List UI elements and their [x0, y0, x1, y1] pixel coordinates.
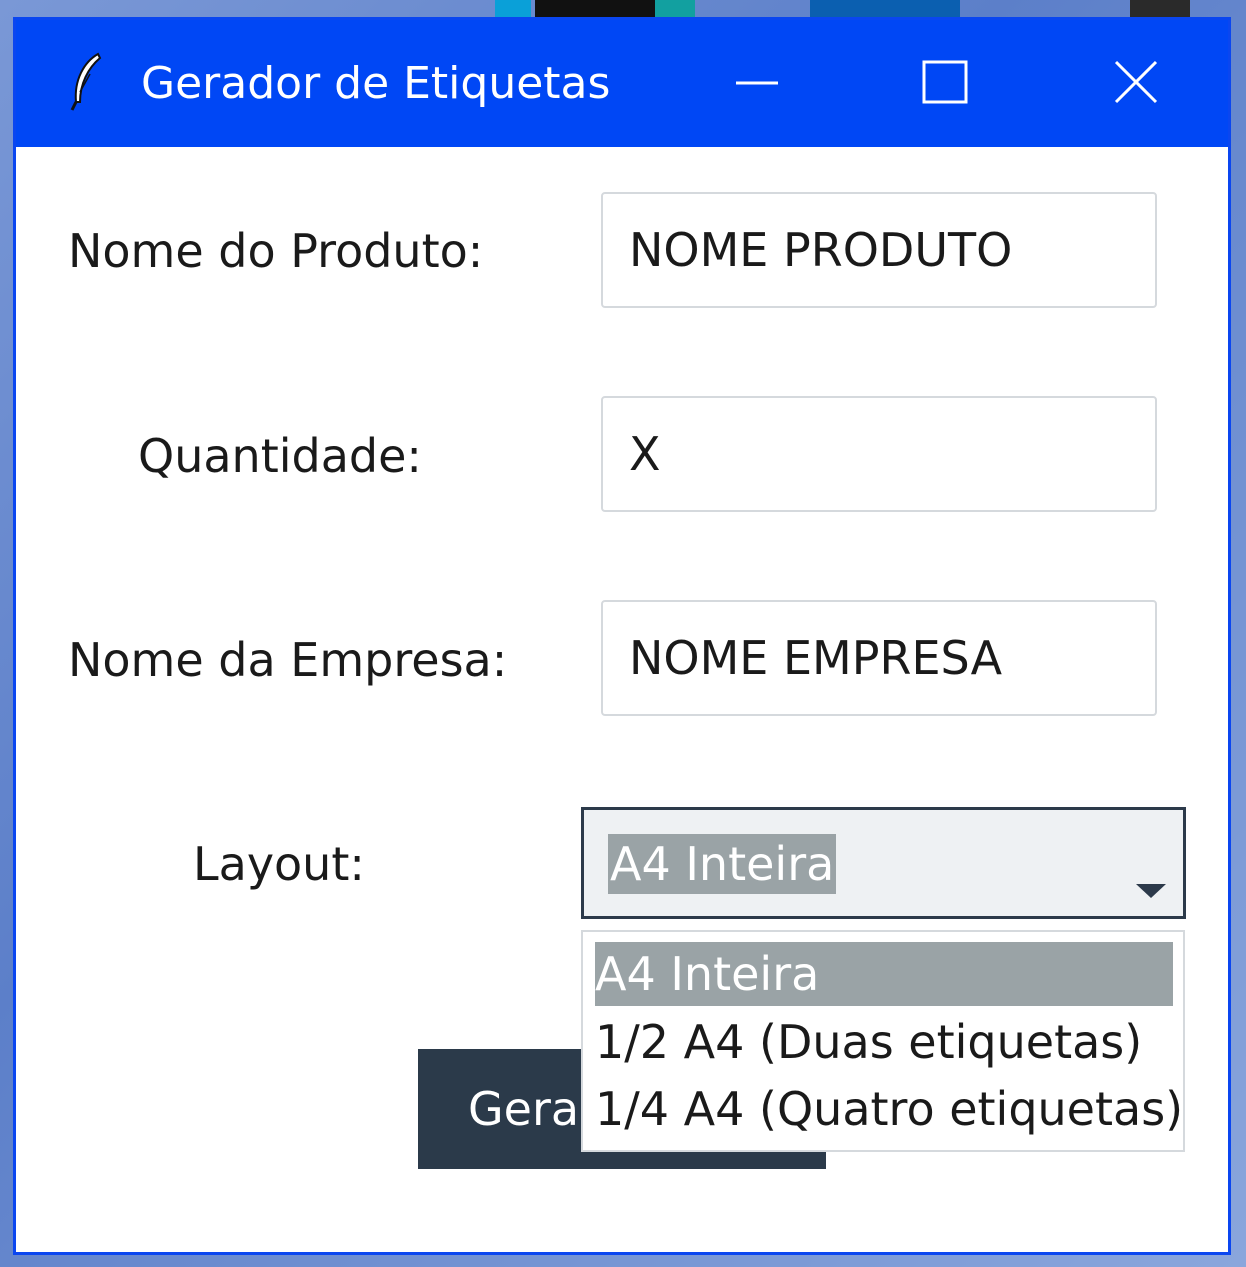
layout-label: Layout:: [193, 837, 365, 891]
minimize-button[interactable]: [696, 20, 816, 147]
layout-selected-value: A4 Inteira: [608, 834, 837, 894]
product-name-label: Nome do Produto:: [68, 224, 484, 278]
layout-combobox[interactable]: A4 Inteira: [581, 807, 1186, 919]
company-name-label: Nome da Empresa:: [68, 633, 508, 687]
feather-icon: [70, 52, 102, 111]
quantity-label: Quantidade:: [138, 429, 422, 483]
layout-option[interactable]: 1/4 A4 (Quatro etiquetas): [595, 1077, 1183, 1141]
minimize-icon: [736, 81, 778, 85]
close-button[interactable]: [1076, 20, 1196, 147]
layout-option[interactable]: 1/2 A4 (Duas etiquetas): [595, 1010, 1173, 1074]
layout-option[interactable]: A4 Inteira: [595, 942, 1173, 1006]
app-window: Gerador de Etiquetas Nome do Produto: Qu…: [13, 17, 1231, 1255]
maximize-icon: [922, 60, 968, 104]
maximize-button[interactable]: [884, 20, 1004, 147]
close-icon: [1114, 60, 1158, 104]
quantity-input[interactable]: [601, 396, 1157, 512]
product-name-input[interactable]: [601, 192, 1157, 308]
generate-button-label: Gerar: [468, 1082, 598, 1136]
title-bar[interactable]: Gerador de Etiquetas: [16, 20, 1228, 147]
company-name-input[interactable]: [601, 600, 1157, 716]
chevron-down-icon: [1136, 884, 1166, 898]
layout-dropdown-list: A4 Inteira 1/2 A4 (Duas etiquetas) 1/4 A…: [581, 930, 1185, 1152]
window-title: Gerador de Etiquetas: [141, 58, 611, 109]
